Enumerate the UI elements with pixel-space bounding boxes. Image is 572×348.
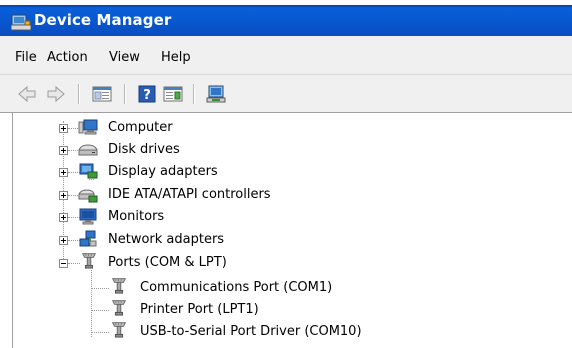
tree-item-label: Printer Port (LPT1) [140, 302, 259, 317]
svg-text:?: ? [143, 88, 151, 103]
tree-line [91, 288, 109, 290]
collapse-toggle[interactable] [59, 259, 68, 268]
tree-item-disk-drives[interactable]: Disk drives [58, 139, 358, 161]
menu-bar: File Action View Help [0, 36, 572, 74]
tree-item-label: Ports (COM & LPT) [108, 255, 227, 270]
menu-view[interactable]: View [109, 50, 140, 65]
toolbar-separator [78, 84, 80, 104]
back-icon[interactable] [16, 83, 38, 105]
port-icon [81, 253, 97, 269]
forward-icon[interactable] [45, 83, 67, 105]
expand-toggle[interactable] [59, 213, 68, 222]
help-icon[interactable]: ? [136, 83, 158, 105]
expand-toggle[interactable] [59, 236, 68, 245]
ide-controller-icon [78, 189, 98, 203]
tree-item-lpt1[interactable]: Printer Port (LPT1) [91, 299, 411, 321]
display-adapter-icon [79, 163, 98, 180]
computer-icon [78, 119, 98, 135]
properties-icon[interactable] [91, 83, 113, 105]
tree-item-label: Communications Port (COM1) [140, 280, 333, 295]
disk-drive-icon [78, 144, 98, 156]
menu-action[interactable]: Action [47, 50, 88, 65]
network-adapter-icon [79, 230, 97, 247]
tree-item-com1[interactable]: Communications Port (COM1) [91, 277, 411, 299]
tree-item-monitors[interactable]: Monitors [58, 206, 358, 228]
show-hide-icon[interactable] [162, 83, 184, 105]
toolbar-separator [124, 84, 126, 104]
tree-item-display-adapters[interactable]: Display adapters [58, 161, 358, 183]
scan-hardware-icon[interactable] [205, 83, 227, 105]
tree-line [91, 310, 109, 312]
monitor-icon [79, 208, 97, 225]
tree-left-border [12, 113, 13, 348]
title-bar[interactable]: Device Manager [0, 0, 572, 36]
tree-item-ports[interactable]: Ports (COM & LPT) [58, 252, 358, 274]
tree-item-com10[interactable]: USB-to-Serial Port Driver (COM10) [91, 321, 431, 343]
toolbar: ? [0, 75, 572, 113]
tree-item-label: Network adapters [108, 232, 225, 247]
tree-item-label: Computer [108, 120, 173, 135]
tree-item-computer[interactable]: Computer [58, 117, 358, 139]
expand-toggle[interactable] [59, 191, 68, 200]
tree-item-label: USB-to-Serial Port Driver (COM10) [140, 324, 362, 339]
expand-toggle[interactable] [59, 168, 68, 177]
tree-item-ide-controllers[interactable]: IDE ATA/ATAPI controllers [58, 184, 378, 206]
tree-item-label: Disk drives [108, 142, 180, 157]
device-manager-icon [11, 14, 31, 31]
port-icon [111, 322, 127, 338]
tree-item-label: Display adapters [108, 164, 218, 179]
window-title: Device Manager [34, 11, 172, 29]
menu-help[interactable]: Help [161, 50, 191, 65]
expand-toggle[interactable] [59, 146, 68, 155]
tree-item-label: Monitors [108, 209, 165, 224]
port-icon [111, 278, 127, 294]
menu-file[interactable]: File [15, 50, 37, 65]
tree-item-network-adapters[interactable]: Network adapters [58, 229, 358, 251]
expand-toggle[interactable] [59, 124, 68, 133]
toolbar-separator [193, 84, 195, 104]
tree-line [91, 332, 109, 334]
tree-item-label: IDE ATA/ATAPI controllers [108, 187, 271, 202]
port-icon [111, 300, 127, 316]
